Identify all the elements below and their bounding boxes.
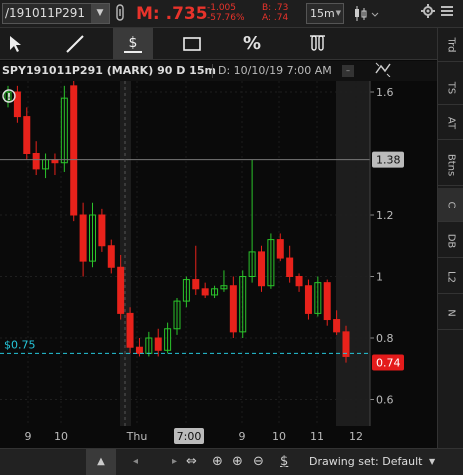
crosshair-price-label: 1.38 [376, 154, 401, 167]
y-tick-label: 1.6 [376, 86, 394, 99]
candle-body [135, 346, 143, 354]
candle-body [126, 312, 134, 348]
net-change-value: -1.005 [207, 3, 237, 13]
candle-body [333, 319, 341, 333]
price-axis: 1.6 1.2 1 0.8 0.6 1.38 0.74 [369, 81, 404, 426]
tab-c[interactable]: C [438, 188, 463, 222]
price-chart[interactable]: $0.75 1.6 1.2 1 0.8 0.6 1.38 0.74 ! [0, 81, 437, 426]
y-tick-label: 1.2 [376, 209, 394, 222]
tab-l2[interactable]: L2 [438, 260, 463, 294]
candle-body [98, 214, 106, 247]
drawing-toolbar: $ % [0, 28, 437, 60]
tab-ts[interactable]: TS [438, 71, 463, 105]
last-price-label: 0.74 [376, 356, 401, 369]
collapse-icon[interactable]: – [342, 65, 354, 77]
net-change: -1.005 -57.76% [207, 3, 245, 23]
menu-icon[interactable] [441, 4, 453, 24]
crosshair-icon[interactable]: ⊕ [212, 449, 230, 475]
symbol-bar: /191011P291 ▼ M: .735 -1.005 -57.76% B: … [0, 0, 463, 28]
zoom-out-icon[interactable]: ⊖ [253, 449, 271, 475]
x-tick-label: Thu [126, 430, 148, 443]
fit-study-icon[interactable] [374, 61, 392, 81]
tab-n[interactable]: N [438, 296, 463, 330]
line-tool-icon[interactable] [60, 28, 90, 59]
fibonacci-tool-icon[interactable] [303, 28, 333, 59]
drawer-toggle-icon[interactable]: ▲ [86, 449, 116, 475]
rectangle-tool-icon[interactable] [177, 28, 207, 59]
price-level-icon[interactable]: $ [280, 449, 298, 475]
candle-body [258, 251, 265, 287]
plot-background [0, 81, 370, 426]
candle-body [276, 239, 284, 259]
chart-style-button[interactable] [352, 3, 382, 24]
drawing-set-label[interactable]: Drawing set: Default [309, 449, 422, 475]
scroll-left-icon[interactable]: ◂ [133, 449, 157, 475]
aggregation-value: 15m [310, 7, 335, 20]
candle-body [286, 257, 294, 278]
time-axis: 9 10 Thu 7:00 9 10 11 12 [0, 426, 437, 446]
chevron-down-icon[interactable]: ▼ [429, 449, 441, 475]
divider [212, 64, 213, 78]
ask-value: A: .74 [262, 13, 289, 23]
tab-db[interactable]: DB [438, 224, 463, 258]
mark-price: M: .735 [136, 4, 208, 24]
y-tick-label: 0.8 [376, 332, 394, 345]
gear-icon[interactable] [421, 4, 435, 24]
expand-horizontal-icon[interactable]: ⇔ [186, 449, 208, 475]
crosshair-time-label: 7:00 [177, 430, 202, 443]
extended-hours-shade [336, 81, 370, 426]
chart-header: SPY191011P291 (MARK) 90 D 15m D: 10/10/1… [0, 61, 437, 81]
side-tabs: Trd TS AT Btns C DB L2 N [437, 28, 463, 453]
candle-body [304, 285, 312, 314]
chevron-down-icon[interactable]: ▼ [91, 4, 109, 23]
session-break-shade [120, 81, 131, 426]
x-tick-label: 12 [349, 430, 363, 443]
candle-body [192, 279, 200, 290]
candle-body [295, 276, 303, 287]
candle-body [70, 85, 78, 216]
candle-body [154, 337, 162, 351]
x-tick-label: 10 [272, 430, 286, 443]
price-level-tool-icon[interactable]: $ [113, 28, 153, 59]
clipboard-icon[interactable] [114, 4, 128, 23]
x-tick-label: 9 [25, 430, 32, 443]
candle-body [229, 285, 237, 333]
candle-body [201, 288, 209, 296]
chart-title: SPY191011P291 (MARK) 90 D 15m [2, 64, 216, 77]
candle-body [79, 214, 87, 262]
bid-value: B: .73 [262, 3, 289, 13]
candlestick-icon [355, 6, 379, 21]
candle-body [117, 266, 125, 314]
symbol-input[interactable]: /191011P291 ▼ [2, 3, 110, 24]
cursor-tool-icon[interactable] [0, 28, 30, 59]
price-level-label: $0.75 [4, 338, 36, 351]
x-tick-label: 10 [54, 430, 68, 443]
tab-trd[interactable]: Trd [438, 28, 463, 62]
tab-btns[interactable]: Btns [438, 144, 463, 186]
x-tick-label: 9 [239, 430, 246, 443]
percent-tool-icon[interactable]: % [237, 28, 267, 59]
chevron-down-icon: ▼ [335, 9, 341, 17]
crosshair-date: D: 10/10/19 7:00 AM [218, 64, 332, 77]
aggregation-select[interactable]: 15m ▼ [306, 3, 344, 24]
bid-ask: B: .73 A: .74 [262, 3, 288, 23]
percent-change-value: -57.76% [207, 13, 245, 23]
candle-body [107, 245, 115, 268]
zoom-in-icon[interactable]: ⊕ [232, 449, 250, 475]
bottom-toolbar: ▲ ◂ ▸ ⇔ ⊕ ⊕ ⊖ $ Drawing set: Default ▼ [0, 448, 463, 475]
time-axis-svg: 9 10 Thu 7:00 9 10 11 12 [25, 428, 363, 444]
x-tick-label: 11 [310, 430, 324, 443]
candle-body [23, 116, 31, 154]
symbol-text: /191011P291 [5, 6, 85, 20]
candle-body [323, 282, 331, 321]
tab-at[interactable]: AT [438, 106, 463, 140]
svg-text:$: $ [129, 35, 138, 51]
y-tick-label: 1 [376, 271, 383, 284]
candle-body [342, 331, 350, 357]
chart-svg[interactable]: $0.75 1.6 1.2 1 0.8 0.6 1.38 0.74 ! [0, 81, 437, 426]
alert-icon-glyph: ! [7, 92, 12, 103]
y-tick-label: 0.6 [376, 394, 394, 407]
candle-body [32, 153, 40, 170]
